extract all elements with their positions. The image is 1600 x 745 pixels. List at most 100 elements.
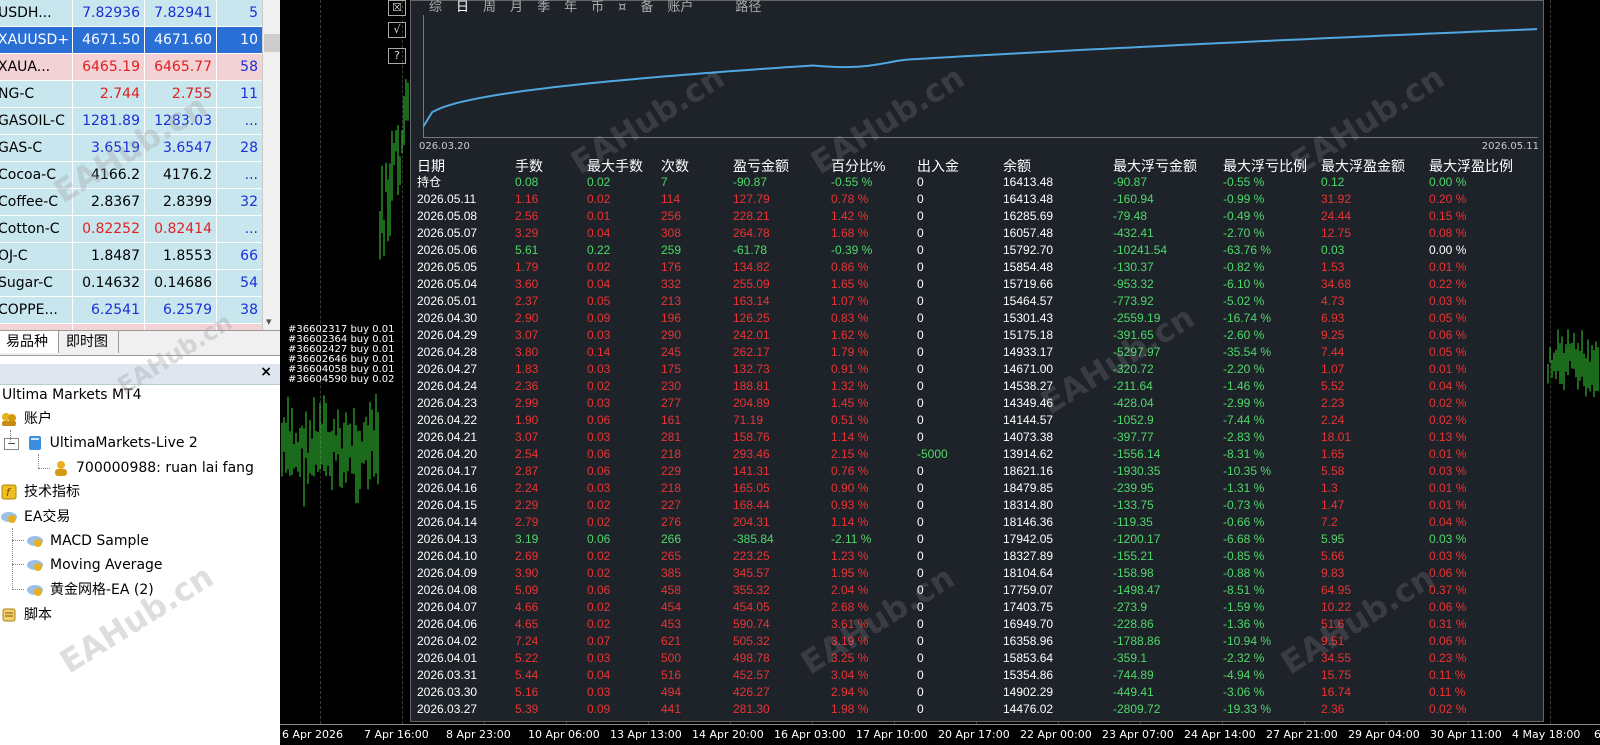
market-watch-row[interactable]: GAS-C 3.6519 3.6547 28 — [0, 135, 262, 162]
table-cell: 228.21 — [733, 209, 770, 223]
report-tab[interactable]: 币 — [591, 0, 604, 13]
nav-ea-item[interactable]: MACD Sample — [26, 530, 149, 552]
table-cell: 0 — [917, 549, 924, 563]
table-cell: 0.06 % — [1429, 566, 1467, 580]
bid-cell: 6.2541 — [72, 297, 144, 323]
nav-ea[interactable]: EA交易 — [0, 506, 70, 528]
table-cell: 0.08 % — [1429, 226, 1467, 240]
table-cell: 0.02 — [587, 549, 611, 563]
tab-tick-chart[interactable]: 即时图 — [56, 331, 119, 353]
table-cell: 15301.43 — [1003, 311, 1054, 325]
table-row: 2026.04.07 4.66 0.02 454 454.05 2.68 % 0 17403.… — [417, 599, 1537, 616]
table-cell: 51.6 — [1321, 617, 1345, 631]
table-cell: 0 — [917, 464, 924, 478]
table-cell: 2026.04.29 — [417, 328, 478, 342]
table-cell: 0.02 — [587, 515, 611, 529]
table-cell: -432.41 — [1113, 226, 1154, 240]
table-cell: 2026.04.09 — [417, 566, 478, 580]
close-icon[interactable]: × — [260, 364, 272, 380]
symbol-cell: COPPE... — [0, 302, 58, 318]
bid-cell: 1281.89 — [72, 108, 144, 134]
market-watch-row[interactable]: Cocoa-C 4166.2 4176.2... — [0, 162, 262, 189]
nav-indicators[interactable]: f 技术指标 — [0, 481, 80, 503]
report-tab[interactable]: 路径 — [735, 0, 761, 13]
table-cell: 0 — [917, 243, 924, 257]
market-watch-row[interactable]: GASOIL-C 1281.89 1283.03... — [0, 108, 262, 135]
market-watch-row[interactable]: Sugar-C 0.14632 0.14686 54 — [0, 270, 262, 297]
spread-cell: 66 — [216, 243, 262, 269]
table-cell: 2026.05.11 — [417, 192, 477, 206]
nav-scripts[interactable]: 脚本 — [0, 604, 52, 626]
table-cell: 281 — [661, 430, 682, 444]
report-tab[interactable]: 账户 — [667, 0, 693, 13]
chevron-down-icon[interactable]: ▾ — [266, 315, 272, 328]
table-row: 2026.05.06 5.61 0.22 259 -61.78 -0.39 % 0 15792… — [417, 242, 1537, 259]
table-cell: 16057.48 — [1003, 226, 1054, 240]
table-cell: 0.20 % — [1429, 192, 1467, 206]
nav-account[interactable]: 700000988: ruan lai fang — [52, 457, 254, 479]
market-watch-row[interactable]: USDH... 7.82936 7.82941 5 — [0, 0, 262, 27]
table-row: 2026.04.10 2.69 0.02 265 223.25 1.23 % 0 18327.… — [417, 548, 1537, 565]
time-label: 24 Apr 14:00 — [1184, 728, 1256, 741]
bid-cell: 6465.19 — [72, 54, 144, 80]
ask-cell: 3.6547 — [144, 135, 216, 161]
table-cell: 132.73 — [733, 362, 770, 376]
table-cell: 0 — [917, 617, 924, 631]
time-label: 27 Apr 21:00 — [1266, 728, 1338, 741]
market-watch-row[interactable]: Coffee-C 2.8367 2.8399 32 — [0, 189, 262, 216]
table-cell: 0 — [917, 566, 924, 580]
nav-root[interactable]: Ultima Markets MT4 — [2, 384, 142, 406]
column-header: 百分比% — [831, 158, 886, 174]
table-cell: 3.04 % — [831, 668, 869, 682]
table-cell: 196 — [661, 311, 682, 325]
report-tab[interactable]: ¤ — [618, 0, 626, 13]
market-watch-row[interactable]: XAUA... 6465.19 6465.77 58 — [0, 54, 262, 81]
help-icon[interactable]: ? — [388, 48, 406, 64]
table-cell: 0 — [917, 583, 924, 597]
server-icon — [26, 435, 44, 451]
report-tab[interactable]: 月 — [510, 0, 523, 13]
nav-ea-item[interactable]: Moving Average — [26, 554, 163, 576]
report-tab[interactable]: 年 — [564, 0, 577, 13]
report-tab[interactable]: 日 — [456, 0, 469, 13]
table-cell: 265 — [661, 549, 682, 563]
table-cell: 0.91 % — [831, 362, 869, 376]
table-cell: -158.98 — [1113, 566, 1154, 580]
market-watch-scrollbar[interactable]: ▾ — [262, 0, 280, 332]
left-panel: USDH... 7.82936 7.82941 5 XAUUSD+ 4671.50 4671… — [0, 0, 280, 745]
table-cell: -320.72 — [1113, 362, 1154, 376]
nav-accounts[interactable]: 账户 — [0, 408, 52, 430]
check-icon[interactable]: √ — [388, 22, 406, 38]
table-cell: 141.31 — [733, 464, 770, 478]
report-tab[interactable]: 季 — [537, 0, 550, 13]
shrink-icon[interactable]: ☒ — [388, 0, 406, 16]
report-tab[interactable]: 综 — [429, 0, 442, 13]
table-cell: 0 — [917, 651, 924, 665]
report-tab[interactable]: 周 — [483, 0, 496, 13]
scroll-thumb[interactable] — [264, 34, 280, 52]
ask-cell: 2.8399 — [144, 189, 216, 215]
market-watch-row[interactable]: COPPE... 6.2541 6.2579 38 — [0, 297, 262, 324]
table-cell: -90.87 — [1113, 175, 1148, 189]
table-cell: 3.60 — [515, 277, 539, 291]
table-cell: 16.74 — [1321, 685, 1352, 699]
table-cell: 9.25 — [1321, 328, 1345, 342]
tab-symbols[interactable]: 易品种 — [0, 331, 59, 353]
time-label: 13 Apr 13:00 — [610, 728, 682, 741]
table-cell: 0.06 % — [1429, 634, 1467, 648]
nav-ea-item[interactable]: 黄金网格-EA (2) — [26, 579, 154, 601]
table-cell: -0.73 % — [1223, 498, 1265, 512]
table-cell: 0 — [917, 311, 924, 325]
market-watch-row[interactable]: NG-C 2.744 2.755 11 — [0, 81, 262, 108]
market-watch-row[interactable]: Cotton-C 0.82252 0.82414... — [0, 216, 262, 243]
nav-server[interactable]: − UltimaMarkets-Live 2 — [4, 432, 198, 454]
bid-cell: 0.14632 — [72, 270, 144, 296]
market-watch-row[interactable]: OJ-C 1.8487 1.8553 66 — [0, 243, 262, 270]
symbol-cell: Coffee-C — [0, 194, 59, 210]
collapse-icon[interactable]: − — [4, 438, 20, 450]
report-tab[interactable]: 备 — [640, 0, 653, 13]
market-watch-row[interactable]: XAUUSD+ 4671.50 4671.60 10 — [0, 27, 262, 54]
table-cell: -61.78 — [733, 243, 768, 257]
table-cell: 308 — [661, 226, 682, 240]
table-cell: -273.9 — [1113, 600, 1148, 614]
